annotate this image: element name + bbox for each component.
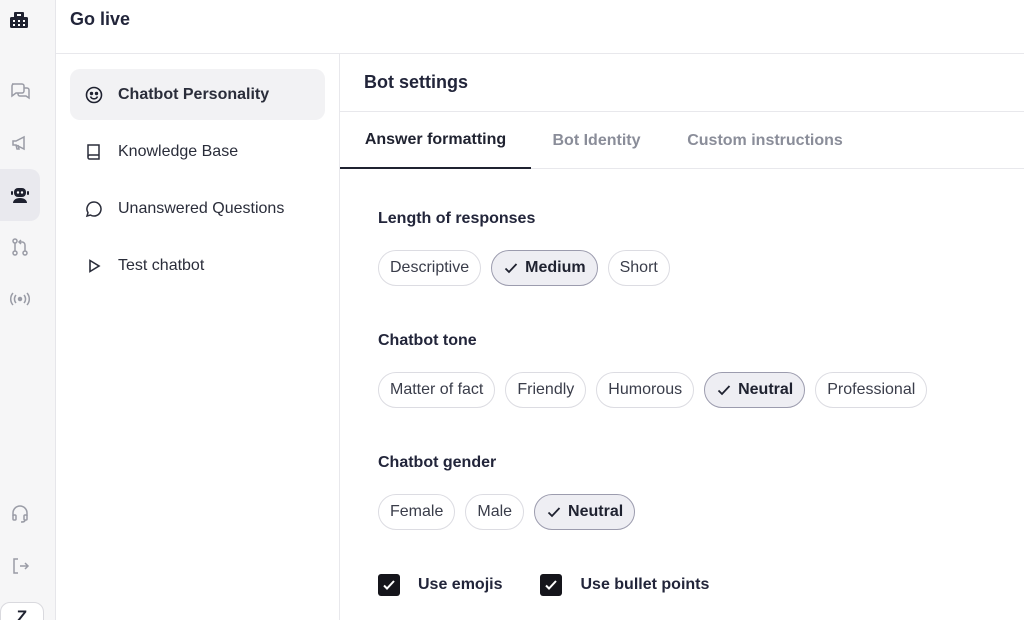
play-icon [84, 256, 104, 276]
chip-humorous[interactable]: Humorous [596, 372, 695, 408]
chip-friendly[interactable]: Friendly [505, 372, 587, 408]
logout-icon[interactable] [0, 540, 40, 592]
git-pull-request-icon[interactable] [0, 221, 40, 273]
bot-icon[interactable] [0, 169, 40, 221]
use-bullet-points-label: Use bullet points [580, 576, 710, 593]
length-section-label: Length of responses [378, 210, 536, 227]
tab-custom-instructions[interactable]: Custom instructions [662, 112, 868, 169]
menu-item-knowledge-base[interactable]: Knowledge Base [70, 126, 325, 177]
check-icon [505, 263, 518, 274]
workspace-badge[interactable]: Z [0, 602, 44, 620]
panel-title: Bot settings [364, 72, 469, 92]
settings-menu: Chatbot Personality Knowledge Base Unans… [56, 54, 340, 620]
chip-professional[interactable]: Professional [815, 372, 928, 408]
gender-options: Female Male Neutral [378, 494, 636, 530]
book-icon [84, 142, 104, 162]
check-icon [717, 385, 731, 396]
menu-item-unanswered-questions[interactable]: Unanswered Questions [70, 183, 325, 234]
menu-item-label: Unanswered Questions [118, 199, 285, 217]
chip-gender-neutral[interactable]: Neutral [534, 494, 636, 530]
building-logo-icon[interactable] [8, 8, 30, 32]
chip-female[interactable]: Female [378, 494, 456, 530]
check-icon [547, 507, 561, 518]
icon-rail: Z [0, 0, 56, 620]
chip-descriptive[interactable]: Descriptive [378, 250, 482, 286]
format-checkboxes: Use emojis Use bullet points [378, 574, 747, 596]
tab-answer-formatting[interactable]: Answer formatting [340, 112, 531, 169]
menu-item-label: Knowledge Base [118, 142, 239, 160]
menu-item-label: Test chatbot [118, 256, 205, 274]
gender-section-label: Chatbot gender [378, 454, 497, 471]
chip-tone-neutral[interactable]: Neutral [704, 372, 806, 408]
length-options: Descriptive Medium Short [378, 250, 670, 286]
chip-matter-of-fact[interactable]: Matter of fact [378, 372, 496, 408]
chat-bubbles-icon[interactable] [0, 65, 40, 117]
page-header: Go live [56, 0, 1024, 54]
page-title: Go live [70, 9, 131, 29]
megaphone-icon[interactable] [0, 117, 40, 169]
settings-tabs: Answer formatting Bot Identity Custom in… [340, 112, 1024, 169]
chip-short[interactable]: Short [607, 250, 670, 286]
chip-male[interactable]: Male [465, 494, 525, 530]
tone-section-label: Chatbot tone [378, 332, 477, 349]
smile-icon [84, 85, 104, 105]
speech-bubble-icon [84, 199, 104, 219]
headset-icon[interactable] [0, 488, 40, 540]
menu-item-test-chatbot[interactable]: Test chatbot [70, 240, 325, 291]
tone-options: Matter of fact Friendly Humorous Neutral… [378, 372, 928, 408]
checkbox-checked-icon[interactable] [378, 574, 400, 596]
menu-item-chatbot-personality[interactable]: Chatbot Personality [70, 69, 325, 120]
chip-medium[interactable]: Medium [491, 250, 598, 286]
broadcast-icon[interactable] [0, 273, 40, 325]
use-bullet-points-checkbox[interactable]: Use bullet points [540, 574, 709, 596]
menu-item-label: Chatbot Personality [118, 85, 270, 103]
tab-bot-identity[interactable]: Bot Identity [531, 112, 662, 169]
use-emojis-checkbox[interactable]: Use emojis [378, 574, 502, 596]
checkbox-checked-icon[interactable] [540, 574, 563, 596]
bot-settings-panel: Bot settings Answer formatting Bot Ident… [340, 54, 1024, 620]
use-emojis-label: Use emojis [418, 576, 503, 593]
